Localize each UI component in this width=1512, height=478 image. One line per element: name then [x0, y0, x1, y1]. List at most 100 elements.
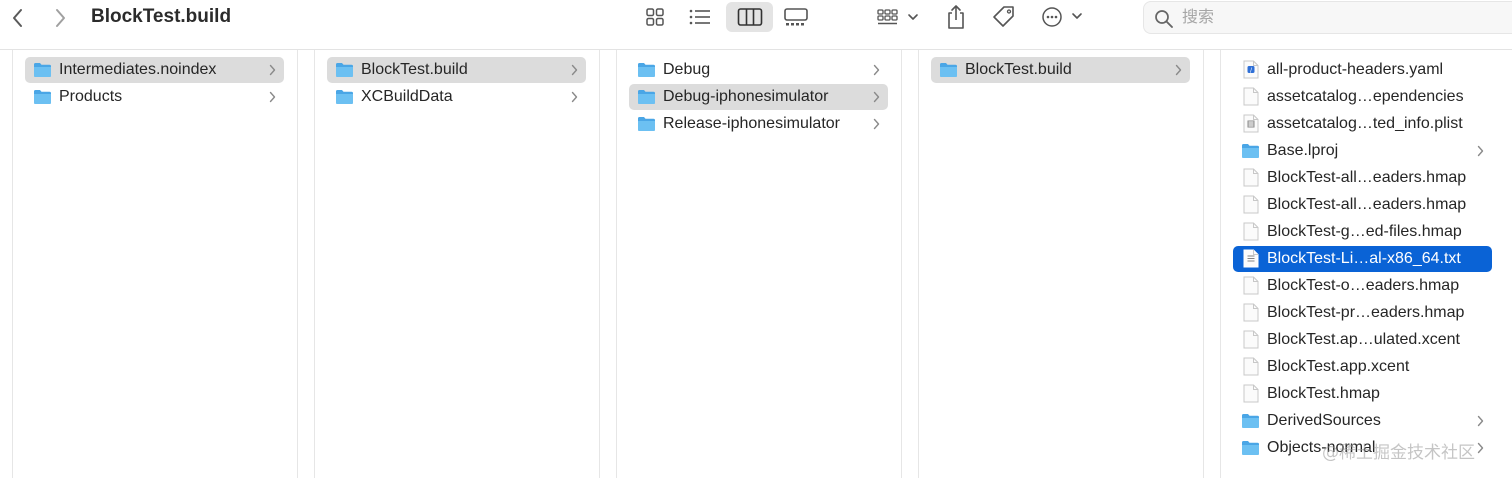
file-row[interactable]: BlockTest-all…eaders.hmap — [1233, 192, 1492, 218]
search-icon — [1155, 10, 1173, 28]
chevron-right-icon — [571, 91, 578, 103]
folder-row[interactable]: BlockTest.build — [931, 57, 1190, 83]
item-label: BlockTest-g…ed-files.hmap — [1267, 223, 1462, 240]
file-row[interactable]: BlockTest.hmap — [1233, 381, 1492, 407]
folder-row[interactable]: XCBuildData — [327, 84, 586, 110]
item-label: DerivedSources — [1267, 412, 1381, 429]
column-divider[interactable] — [297, 50, 298, 478]
folder-icon — [638, 90, 655, 104]
file-row[interactable]: assetcatalog…ted_info.plist — [1233, 111, 1492, 137]
column-divider[interactable] — [1220, 50, 1221, 478]
window-title: BlockTest.build — [91, 6, 232, 27]
folder-row[interactable]: Intermediates.noindex — [25, 57, 284, 83]
document-icon — [1243, 87, 1259, 106]
folder-icon — [1242, 414, 1259, 428]
chevron-right-icon — [873, 118, 880, 130]
file-row[interactable]: BlockTest-all…eaders.hmap — [1233, 165, 1492, 191]
watermark: @稀土掘金技术社区 — [1322, 443, 1475, 463]
gallery-view-button[interactable] — [781, 2, 811, 32]
column-divider[interactable] — [1203, 50, 1204, 478]
column-divider[interactable] — [314, 50, 315, 478]
column-divider[interactable] — [616, 50, 617, 478]
icon-view-icon — [646, 8, 664, 26]
text-file-icon — [1243, 249, 1259, 268]
chevron-right-icon — [873, 91, 880, 103]
chevron-right-icon — [269, 91, 276, 103]
folder-row[interactable]: Base.lproj — [1233, 138, 1492, 164]
folder-row[interactable]: BlockTest.build — [327, 57, 586, 83]
item-label: Products — [59, 88, 123, 105]
item-label: Base.lproj — [1267, 142, 1339, 159]
folder-row[interactable]: DerivedSources — [1233, 408, 1492, 434]
group-by-icon — [877, 9, 918, 25]
chevron-right-icon — [1175, 64, 1182, 76]
column-5: / all-product-headers.yaml assetcatalog…ep… — [1233, 50, 1492, 478]
chevron-right-icon — [1477, 145, 1484, 157]
column-view-button[interactable] — [726, 2, 773, 32]
folder-icon — [34, 63, 51, 77]
forward-button[interactable] — [46, 4, 74, 32]
file-row[interactable]: BlockTest-Li…al-x86_64.txt — [1233, 246, 1492, 272]
folder-icon — [1242, 144, 1259, 158]
item-label: Debug — [663, 61, 711, 78]
document-icon — [1243, 330, 1259, 349]
folder-icon — [940, 63, 957, 77]
item-label: assetcatalog…ependencies — [1267, 88, 1464, 105]
chevron-right-icon — [56, 9, 65, 27]
item-label: BlockTest.build — [965, 61, 1072, 78]
back-button[interactable] — [4, 4, 32, 32]
folder-icon — [638, 117, 655, 131]
file-row[interactable]: BlockTest-o…eaders.hmap — [1233, 273, 1492, 299]
column-divider[interactable] — [12, 50, 13, 478]
tag-button[interactable] — [988, 2, 1020, 32]
item-label: BlockTest.ap…ulated.xcent — [1267, 331, 1460, 348]
file-row[interactable]: assetcatalog…ependencies — [1233, 84, 1492, 110]
file-row[interactable]: BlockTest-g…ed-files.hmap — [1233, 219, 1492, 245]
column-1: Intermediates.noindex Products — [25, 50, 284, 478]
more-actions-icon — [1042, 7, 1082, 27]
item-label: assetcatalog…ted_info.plist — [1267, 115, 1463, 132]
search-field[interactable] — [1143, 1, 1512, 34]
column-divider[interactable] — [918, 50, 919, 478]
more-actions-button[interactable] — [1040, 2, 1086, 32]
document-icon — [1243, 276, 1259, 295]
folder-row[interactable]: Products — [25, 84, 284, 110]
item-label: BlockTest-Li…al-x86_64.txt — [1267, 250, 1461, 267]
search-input[interactable] — [1182, 6, 1482, 30]
chevron-left-icon — [13, 9, 22, 27]
document-icon — [1243, 384, 1259, 403]
file-row[interactable]: / all-product-headers.yaml — [1233, 57, 1492, 83]
column-browser: Intermediates.noindex Products BlockTest.… — [0, 50, 1512, 478]
file-row[interactable]: BlockTest.ap…ulated.xcent — [1233, 327, 1492, 353]
folder-row[interactable]: Release-iphonesimulator — [629, 111, 888, 137]
chevron-right-icon — [269, 64, 276, 76]
column-divider[interactable] — [599, 50, 600, 478]
file-row[interactable]: BlockTest-pr…eaders.hmap — [1233, 300, 1492, 326]
column-view-icon — [737, 8, 762, 26]
item-label: BlockTest.hmap — [1267, 385, 1380, 402]
document-icon — [1243, 357, 1259, 376]
item-label: BlockTest-all…eaders.hmap — [1267, 169, 1467, 186]
folder-icon — [1242, 441, 1259, 455]
column-divider[interactable] — [901, 50, 902, 478]
item-label: Release-iphonesimulator — [663, 115, 840, 132]
plist-file-icon — [1243, 114, 1259, 133]
chevron-right-icon — [571, 64, 578, 76]
folder-row[interactable]: Debug-iphonesimulator — [629, 84, 888, 110]
item-label: BlockTest.build — [361, 61, 468, 78]
folder-icon — [336, 90, 353, 104]
folder-icon — [638, 63, 655, 77]
chevron-right-icon — [1477, 442, 1484, 454]
share-button[interactable] — [942, 2, 970, 32]
icon-view-button[interactable] — [640, 2, 670, 32]
document-icon — [1243, 303, 1259, 322]
list-view-button[interactable] — [684, 2, 716, 32]
group-by-button[interactable] — [874, 2, 922, 32]
chevron-right-icon — [1477, 415, 1484, 427]
column-2: BlockTest.build XCBuildData — [327, 50, 586, 478]
folder-row[interactable]: Debug — [629, 57, 888, 83]
item-label: Debug-iphonesimulator — [663, 88, 829, 105]
file-row[interactable]: BlockTest.app.xcent — [1233, 354, 1492, 380]
share-icon — [948, 5, 964, 29]
item-label: BlockTest.app.xcent — [1267, 358, 1410, 375]
